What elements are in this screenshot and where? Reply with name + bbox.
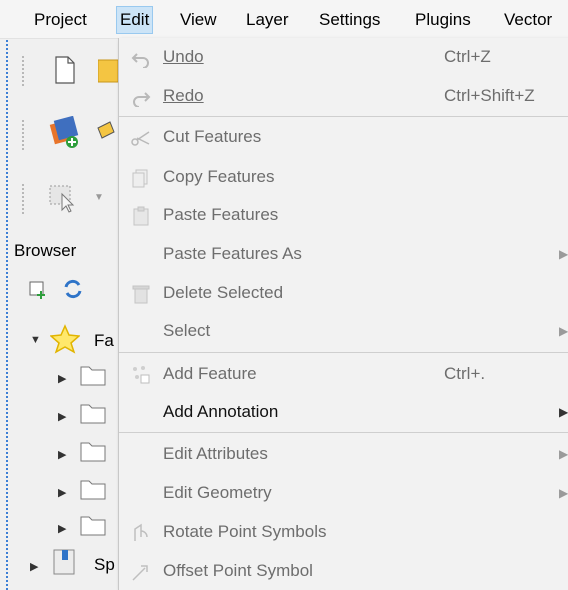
- copy-icon: [132, 169, 148, 188]
- layer-toolbar: [12, 106, 117, 164]
- redo-shortcut: Ctrl+Shift+Z: [444, 86, 535, 105]
- redo-icon: [133, 92, 151, 107]
- select-features-icon[interactable]: [48, 184, 80, 214]
- menu-item-undo[interactable]: Undo Ctrl+Z: [119, 38, 568, 76]
- folder-icon[interactable]: [80, 478, 106, 500]
- add-feature-shortcut: Ctrl+.: [444, 364, 486, 383]
- menu-item-cut-features[interactable]: Cut Features: [119, 118, 568, 156]
- submenu-arrow-icon: ▶: [559, 324, 568, 338]
- menu-item-edit-attributes[interactable]: Edit Attributes ▶: [119, 435, 568, 473]
- collapse-arrow-icon[interactable]: ▶: [58, 448, 66, 461]
- collapse-arrow-icon[interactable]: ▶: [58, 410, 66, 423]
- paste-features-as-label: Paste Features As: [163, 244, 302, 263]
- folder-icon[interactable]: [80, 364, 106, 386]
- undo-icon: [131, 53, 149, 68]
- undo-shortcut: Ctrl+Z: [444, 47, 491, 66]
- menu-item-rotate-point-symbols[interactable]: Rotate Point Symbols: [119, 513, 568, 551]
- collapse-arrow-icon[interactable]: ▶: [30, 560, 38, 573]
- folder-icon[interactable]: [80, 402, 106, 424]
- expand-arrow-icon[interactable]: ▼: [30, 334, 41, 346]
- spatialite-icon: [53, 549, 75, 575]
- new-layer-icon[interactable]: [48, 116, 82, 152]
- toolbar-grip[interactable]: [22, 184, 30, 214]
- add-feature-label: Add Feature: [163, 364, 257, 383]
- dropdown-arrow-icon[interactable]: ▼: [94, 192, 104, 203]
- menu-item-delete-selected[interactable]: Delete Selected: [119, 274, 568, 312]
- collapse-arrow-icon[interactable]: ▶: [58, 372, 66, 385]
- file-toolbar: [12, 42, 118, 100]
- rotate-point-symbols-label: Rotate Point Symbols: [163, 522, 327, 541]
- add-layer-icon[interactable]: [96, 120, 116, 144]
- menu-item-offset-point-symbol[interactable]: Offset Point Symbol: [119, 552, 568, 590]
- offset-symbol-icon: [132, 565, 148, 581]
- dock-guide-line: [6, 0, 8, 590]
- toolbar-grip[interactable]: [22, 120, 30, 150]
- folder-icon[interactable]: [80, 440, 106, 462]
- menu-settings[interactable]: Settings: [319, 9, 380, 31]
- scissors-icon: [131, 131, 150, 146]
- add-feature-icon: [133, 366, 150, 384]
- menu-plugins[interactable]: Plugins: [415, 9, 471, 31]
- menu-project[interactable]: Project: [34, 9, 87, 31]
- delete-selected-label: Delete Selected: [163, 283, 284, 302]
- menu-item-select[interactable]: Select ▶: [119, 312, 568, 350]
- menu-item-edit-geometry[interactable]: Edit Geometry ▶: [119, 474, 568, 512]
- copy-features-label: Copy Features: [163, 167, 275, 186]
- cut-features-label: Cut Features: [163, 127, 262, 146]
- collapse-arrow-icon[interactable]: ▶: [58, 486, 66, 499]
- offset-point-symbol-label: Offset Point Symbol: [163, 561, 313, 580]
- edit-attributes-label: Edit Attributes: [163, 444, 268, 463]
- menu-item-paste-features-as[interactable]: Paste Features As ▶: [119, 235, 568, 273]
- menubar: Project Edit View Layer Settings Plugins…: [0, 0, 568, 39]
- menu-edit[interactable]: Edit: [116, 6, 154, 34]
- open-project-icon[interactable]: [98, 58, 118, 84]
- menu-separator: [119, 352, 568, 353]
- folder-icon[interactable]: [80, 514, 106, 536]
- favorites-label[interactable]: Fa: [94, 331, 114, 351]
- select-label: Select: [163, 321, 211, 340]
- submenu-arrow-icon: ▶: [559, 486, 568, 500]
- submenu-arrow-icon: ▶: [559, 405, 568, 419]
- rotate-symbol-icon: [134, 523, 148, 541]
- refresh-icon[interactable]: [62, 278, 84, 300]
- menu-item-add-annotation[interactable]: Add Annotation ▶: [119, 393, 568, 431]
- menu-separator: [119, 432, 568, 433]
- spatialite-label[interactable]: Sp: [94, 555, 115, 575]
- menu-vector[interactable]: Vector: [504, 9, 552, 31]
- add-selected-layers-icon[interactable]: [28, 280, 48, 300]
- menu-item-add-feature[interactable]: Add Feature Ctrl+.: [119, 355, 568, 393]
- toolbar-grip[interactable]: [22, 56, 30, 86]
- submenu-arrow-icon: ▶: [559, 247, 568, 261]
- paste-features-label: Paste Features: [163, 205, 279, 224]
- submenu-arrow-icon: ▶: [559, 447, 568, 461]
- add-annotation-label: Add Annotation: [163, 402, 279, 421]
- redo-label: Redo: [163, 86, 204, 105]
- edit-menu-dropdown: Undo Ctrl+Z Redo Ctrl+Shift+Z Cut Featur…: [118, 38, 568, 590]
- trash-icon: [132, 285, 150, 304]
- browser-panel-title: Browser: [14, 241, 77, 260]
- star-icon: [50, 324, 80, 354]
- edit-geometry-label: Edit Geometry: [163, 483, 272, 502]
- menu-view[interactable]: View: [180, 9, 217, 31]
- new-project-icon[interactable]: [54, 56, 76, 84]
- selection-toolbar: ▼: [12, 170, 117, 228]
- menu-item-redo[interactable]: Redo Ctrl+Shift+Z: [119, 77, 568, 115]
- undo-label: Undo: [163, 47, 204, 66]
- collapse-arrow-icon[interactable]: ▶: [58, 522, 66, 535]
- menu-layer[interactable]: Layer: [246, 9, 289, 31]
- menu-item-copy-features[interactable]: Copy Features: [119, 158, 568, 196]
- menu-separator: [119, 116, 568, 117]
- menu-item-paste-features[interactable]: Paste Features: [119, 196, 568, 234]
- paste-icon: [133, 206, 149, 226]
